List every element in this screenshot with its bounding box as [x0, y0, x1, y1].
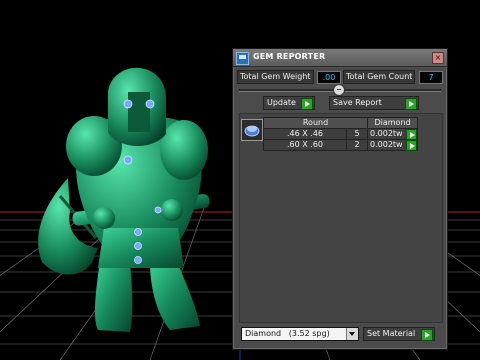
gem-weight: 0.002tw: [367, 128, 407, 140]
total-weight-label: Total Gem Weight: [237, 70, 314, 84]
gem-table: Round Diamond .46 X .46 5 0.002tw .60 X …: [263, 117, 418, 151]
gem-reporter-panel: GEM REPORTER × Total Gem Weight .00 Tota…: [232, 48, 448, 350]
close-button[interactable]: ×: [432, 52, 444, 64]
save-report-label: Save Report: [333, 98, 382, 107]
chevron-down-icon: [346, 328, 358, 340]
round-gem-icon[interactable]: [241, 119, 263, 141]
play-icon: [406, 140, 417, 151]
update-button-label: Update: [267, 98, 296, 107]
gem-size: .60 X .60: [263, 139, 347, 151]
header-material: Diamond: [367, 117, 418, 129]
total-count-value: 7: [419, 71, 443, 84]
table-row: .46 X .46 5 0.002tw: [263, 128, 418, 140]
play-icon: [406, 129, 417, 140]
set-material-button[interactable]: Set Material: [363, 327, 435, 341]
total-count-label: Total Gem Count: [343, 70, 416, 84]
app-icon: [236, 52, 249, 65]
material-name: Diamond: [245, 329, 282, 338]
header-shape: Round: [263, 117, 368, 129]
panel-titlebar[interactable]: GEM REPORTER ×: [233, 49, 447, 67]
total-weight-value: .00: [317, 71, 341, 84]
gem-weight: 0.002tw: [367, 139, 407, 151]
table-row: .60 X .60 2 0.002tw: [263, 139, 418, 151]
material-dropdown-text: Diamond (3.52 spg): [245, 328, 330, 340]
save-report-button[interactable]: Save Report: [329, 96, 419, 110]
panel-title: GEM REPORTER: [253, 52, 326, 61]
gem-size: .46 X .46: [263, 128, 347, 140]
play-icon: [405, 98, 417, 110]
material-dropdown[interactable]: Diamond (3.52 spg): [241, 327, 359, 341]
material-detail: (3.52 spg): [288, 329, 330, 338]
knight-figure: [38, 67, 210, 332]
update-button[interactable]: Update: [263, 96, 315, 110]
slider-handle[interactable]: [333, 84, 345, 96]
gem-count: 5: [346, 128, 368, 140]
play-icon: [421, 329, 433, 341]
row-select-button[interactable]: [406, 128, 418, 140]
row-select-button[interactable]: [406, 139, 418, 151]
set-material-label: Set Material: [367, 329, 416, 338]
play-icon: [301, 98, 313, 110]
table-header-row: Round Diamond: [263, 117, 418, 129]
gem-count: 2: [346, 139, 368, 151]
